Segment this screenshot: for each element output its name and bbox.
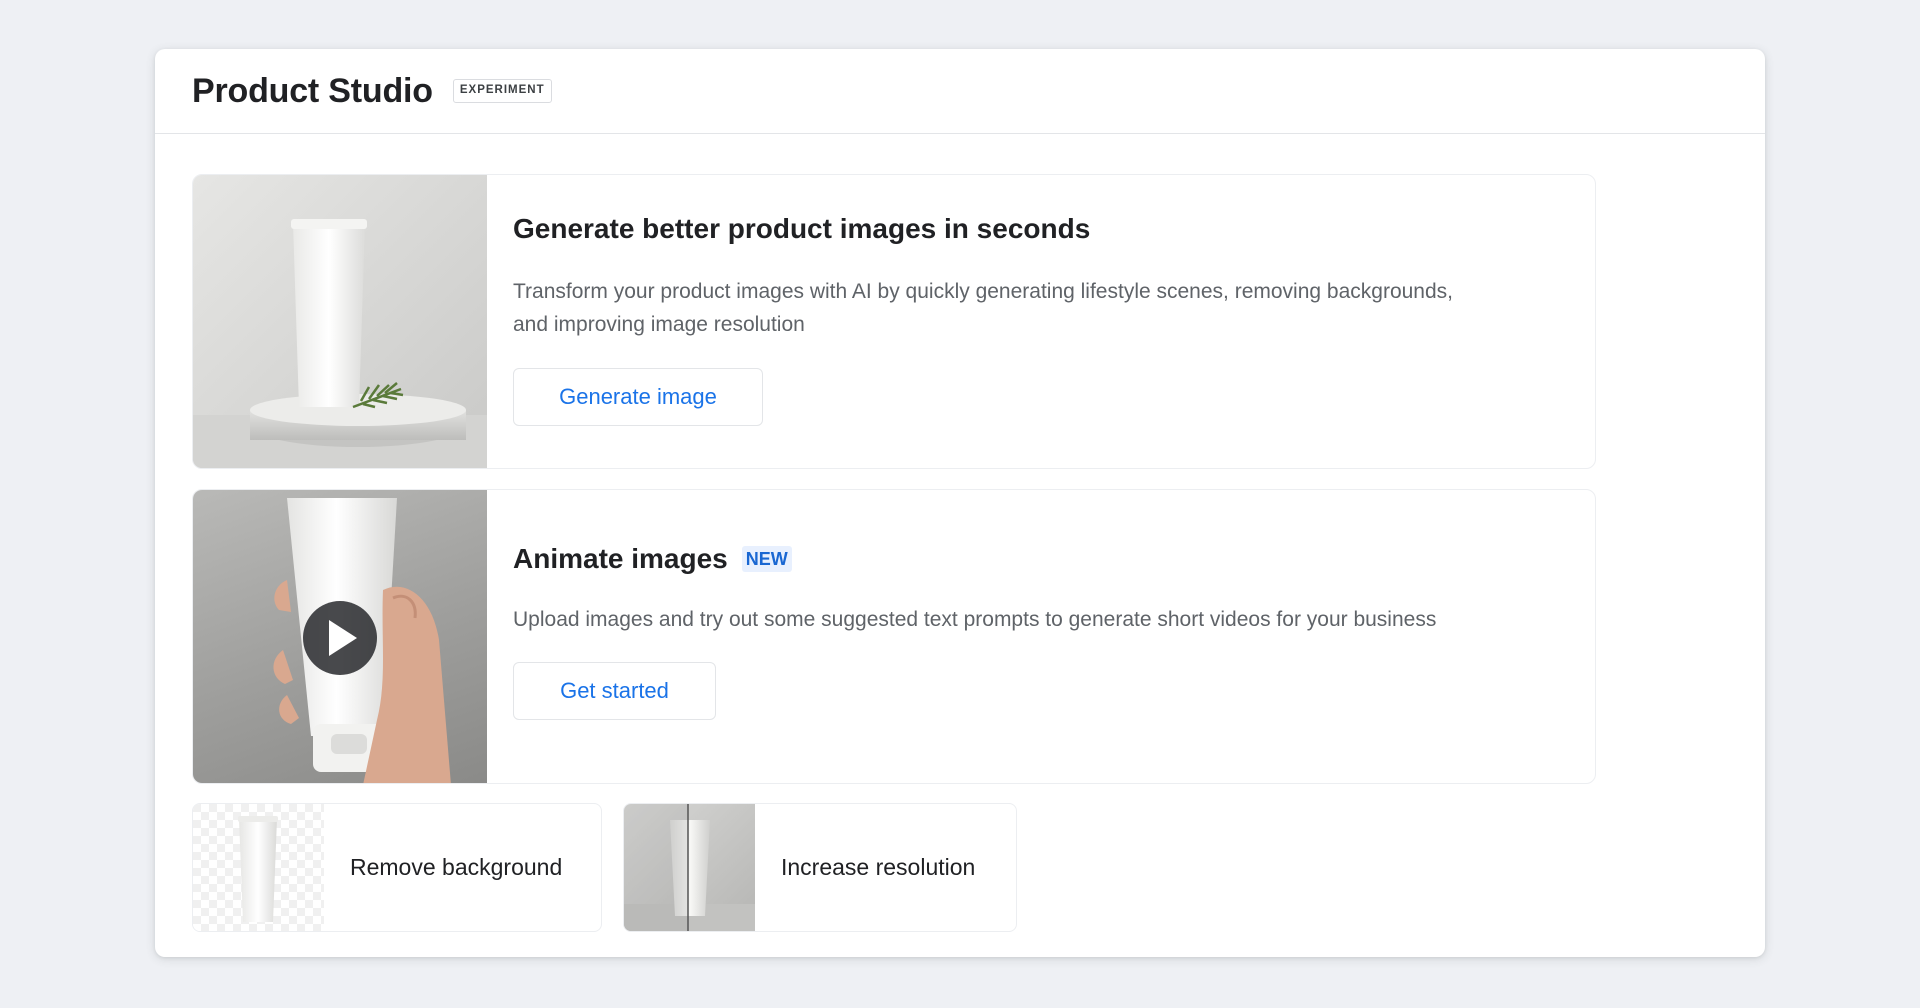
remove-background-tile[interactable]: Remove background bbox=[192, 803, 602, 932]
new-badge: NEW bbox=[741, 546, 792, 572]
feature-body: Generate better product images in second… bbox=[487, 175, 1595, 468]
feature-title-text: Animate images bbox=[513, 543, 728, 574]
get-started-button[interactable]: Get started bbox=[513, 662, 716, 720]
feature-animate-images: Animate images NEW Upload images and try… bbox=[192, 489, 1596, 784]
animate-video-thumbnail[interactable] bbox=[193, 490, 487, 783]
increase-resolution-tile[interactable]: Increase resolution bbox=[623, 803, 1017, 932]
feature-description: Upload images and try out some suggested… bbox=[513, 608, 1437, 631]
feature-title-text: Generate better product images in second… bbox=[513, 213, 1091, 244]
product-image-thumbnail bbox=[193, 175, 487, 468]
feature-generate-images: Generate better product images in second… bbox=[192, 174, 1596, 469]
feature-title: Animate images NEW bbox=[513, 541, 1565, 577]
transparent-checker-tube-illustration bbox=[193, 804, 324, 931]
product-tube-illustration bbox=[193, 219, 487, 468]
remove-background-thumbnail bbox=[193, 804, 324, 931]
experiment-badge: EXPERIMENT bbox=[452, 79, 552, 103]
tool-label: Remove background bbox=[350, 854, 563, 880]
page-title: Product Studio bbox=[192, 71, 433, 110]
product-studio-card: Product Studio EXPERIMENT Generate bette… bbox=[155, 49, 1765, 957]
feature-body: Animate images NEW Upload images and try… bbox=[487, 490, 1595, 783]
tool-label: Increase resolution bbox=[781, 854, 976, 880]
generate-image-button[interactable]: Generate image bbox=[513, 368, 763, 426]
split-resolution-tube-illustration bbox=[624, 804, 755, 931]
card-header: Product Studio EXPERIMENT bbox=[155, 49, 1765, 134]
feature-description: Transform your product images with AI by… bbox=[513, 280, 1453, 336]
play-icon[interactable] bbox=[193, 490, 487, 783]
feature-title: Generate better product images in second… bbox=[513, 211, 1565, 247]
increase-resolution-thumbnail bbox=[624, 804, 755, 931]
